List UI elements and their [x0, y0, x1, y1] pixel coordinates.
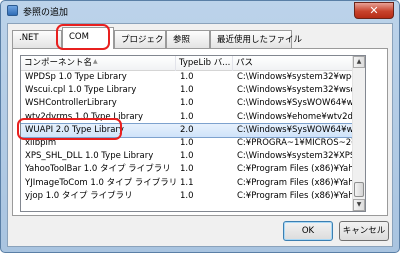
row-name: WSHControllerLibrary	[25, 98, 117, 109]
row-version: 1.0	[180, 111, 194, 122]
sort-ascending-icon: ▲	[93, 58, 98, 65]
row-path: C:\Windows¥system32¥wscu...	[237, 85, 355, 96]
list-header: コンポーネント名 ▲ TypeLib バ... パス	[21, 56, 365, 71]
scroll-thumb[interactable]	[354, 182, 364, 197]
tab-project[interactable]: プロジェクト	[114, 30, 172, 48]
list-row[interactable]: XPS_SHL_DLL 1.0 Type Library 1.0 C:\Wind…	[21, 150, 355, 163]
row-version: 1.0	[180, 151, 194, 162]
list-row[interactable]: WSHControllerLibrary 1.0 C:\Windows¥SysW…	[21, 97, 355, 110]
tab-net[interactable]: .NET	[12, 30, 62, 48]
row-name: Wscui.cpl 1.0 Type Library	[25, 85, 137, 96]
row-version: 1.0	[180, 190, 194, 201]
row-name: YJImageToCom 1.0 タイプ ライブラリ	[25, 177, 176, 188]
close-button[interactable]: ✕	[354, 2, 394, 19]
list-row[interactable]: Wscui.cpl 1.0 Type Library 1.0 C:\Window…	[21, 84, 355, 97]
scroll-down-icon[interactable]: ▼	[353, 199, 365, 211]
row-name: WPDSp 1.0 Type Library	[25, 72, 127, 82]
row-path: C:¥Program Files (x86)¥Yah...	[237, 164, 355, 175]
cancel-button[interactable]: キャンセル	[339, 221, 389, 241]
column-header-name-label: コンポーネント名	[24, 58, 93, 68]
row-name: yjop 1.0 タイプ ライブラリ	[25, 190, 133, 201]
row-version: 1.0	[180, 85, 194, 96]
list-row[interactable]: yjop 1.0 タイプ ライブラリ 1.0 C:¥Program Files …	[21, 190, 355, 203]
highlight-com-tab	[56, 24, 110, 50]
add-reference-dialog: 参照の追加 ✕ .NET COM プロジェクト 参照 最近使用したファイル コン…	[0, 0, 400, 253]
row-path: C:\Windows¥ehome¥wtv2d...	[237, 111, 355, 122]
row-path: C:¥Program Files (x86)¥Yah...	[237, 190, 355, 201]
row-path: C:\Windows¥system32¥XPS...	[237, 151, 355, 162]
tab-browse[interactable]: 参照	[166, 30, 210, 48]
row-path: C:\Windows¥SysWOW64¥ws...	[237, 98, 355, 109]
row-path: C:¥Program Files (x86)¥Yah...	[237, 177, 355, 188]
list-row[interactable]: WPDSp 1.0 Type Library 1.0 C:\Windows¥sy…	[21, 71, 355, 84]
column-header-path[interactable]: パス	[233, 56, 365, 71]
row-name: YahooToolBar 1.0 タイプ ライブラリ	[25, 164, 171, 175]
list-row[interactable]: YahooToolBar 1.0 タイプ ライブラリ 1.0 C:¥Progra…	[21, 163, 355, 176]
row-path: C:¥PROGRA~1¥MICROS~2¥...	[237, 137, 355, 148]
row-version: 1.0	[180, 72, 194, 82]
list-row[interactable]: YJImageToCom 1.0 タイプ ライブラリ 1.1 C:¥Progra…	[21, 177, 355, 190]
row-version: 2.0	[180, 124, 194, 135]
ok-button[interactable]: OK	[283, 221, 333, 241]
row-version: 1.1	[180, 177, 194, 188]
row-version: 1.0	[180, 164, 194, 175]
column-header-name[interactable]: コンポーネント名 ▲	[21, 56, 176, 71]
vertical-scrollbar[interactable]: ▲ ▼	[352, 56, 365, 211]
tab-recent[interactable]: 最近使用したファイル	[210, 30, 302, 48]
window-title: 参照の追加	[23, 8, 69, 18]
app-icon	[7, 5, 18, 16]
row-path: C:\Windows¥system32¥wpds...	[237, 72, 355, 82]
row-version: 1.0	[180, 137, 194, 148]
title-bar: 参照の追加 ✕	[1, 1, 399, 21]
row-path: C:\Windows¥SysWOW64¥wu...	[237, 124, 355, 135]
row-version: 1.0	[180, 98, 194, 109]
row-name: XPS_SHL_DLL 1.0 Type Library	[25, 151, 154, 162]
scroll-up-icon[interactable]: ▲	[353, 56, 365, 68]
column-header-version[interactable]: TypeLib バ...	[176, 56, 233, 71]
highlight-wuapi-row	[17, 118, 122, 140]
